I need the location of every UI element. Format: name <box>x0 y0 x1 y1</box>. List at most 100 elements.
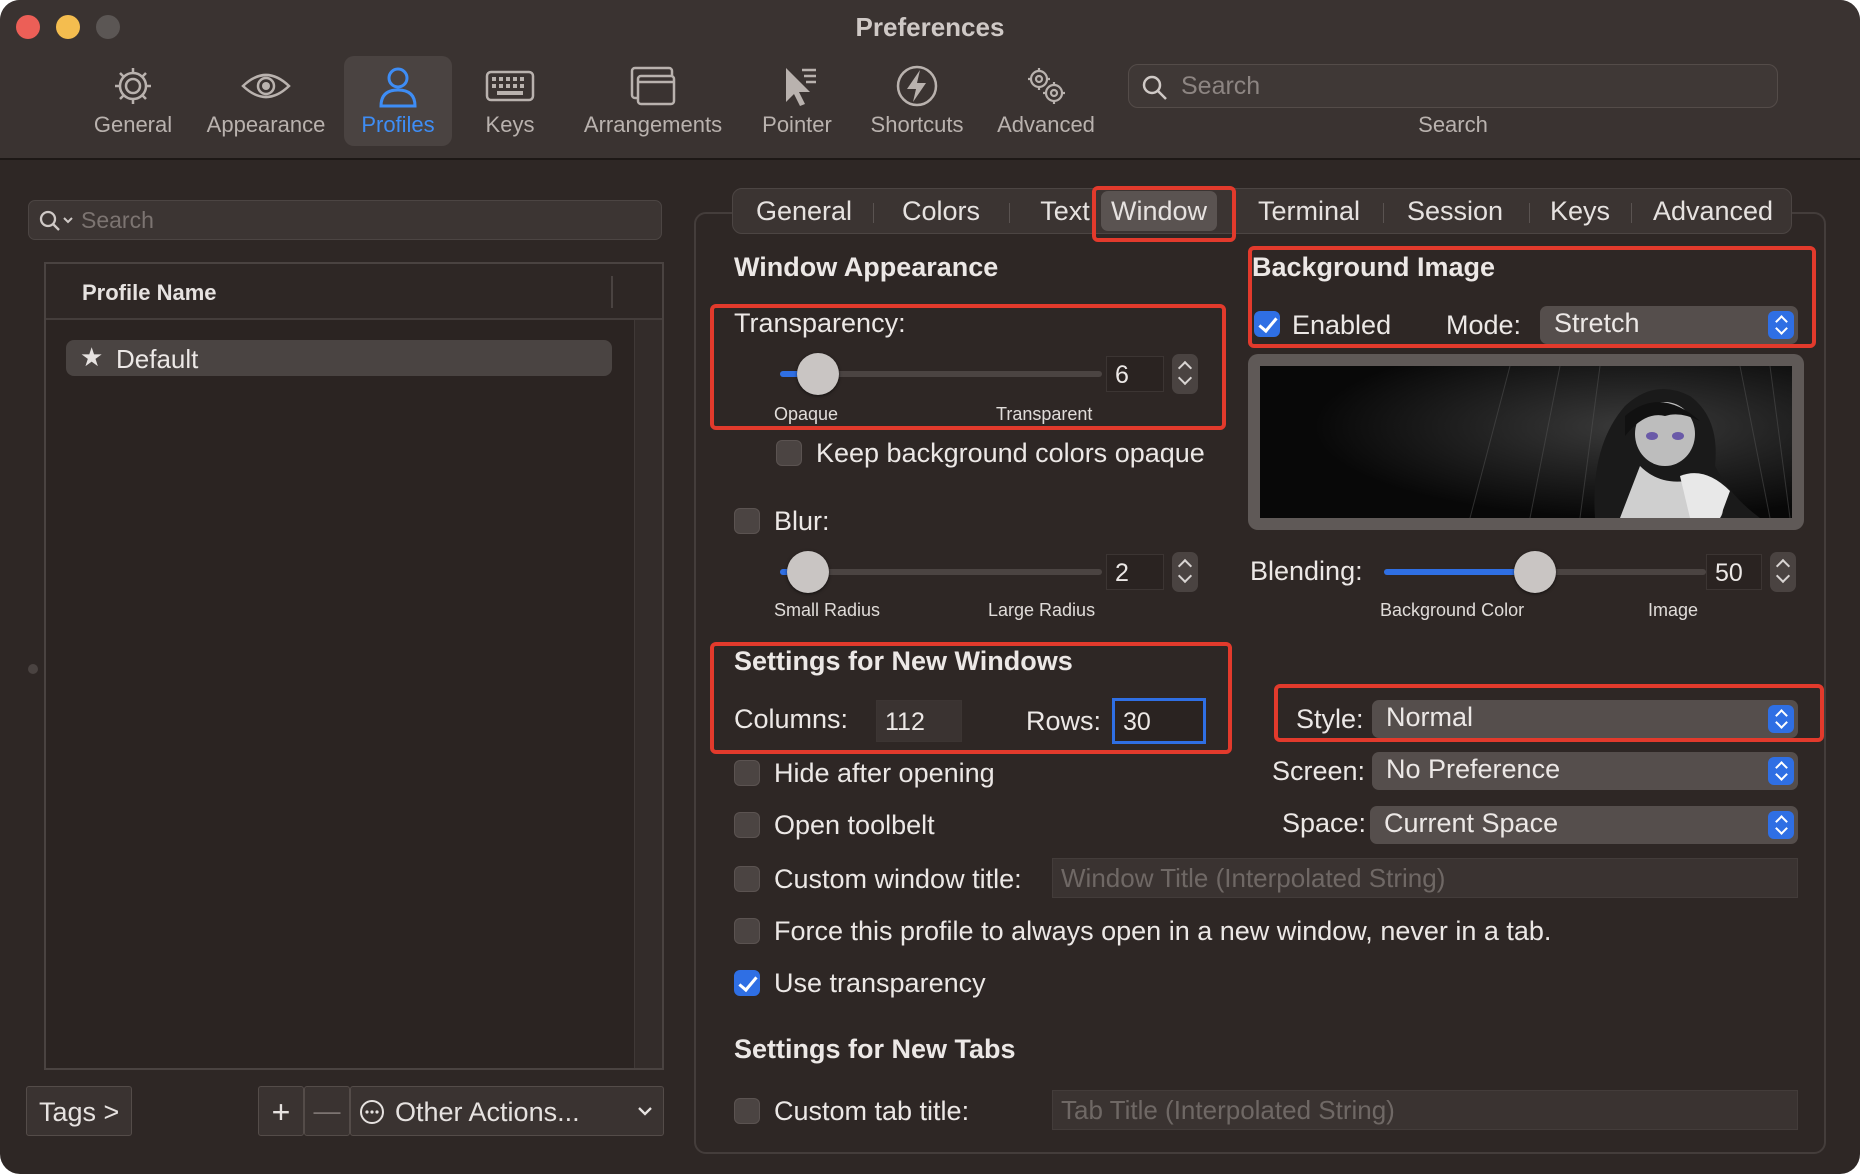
custom-window-title-checkbox[interactable] <box>734 866 760 892</box>
blending-slider-knob[interactable] <box>1514 551 1556 593</box>
columns-field[interactable]: 112 <box>876 700 962 742</box>
custom-tab-title-label: Custom tab title: <box>774 1096 970 1126</box>
custom-tab-title-checkbox[interactable] <box>734 1098 760 1124</box>
window-title-input[interactable] <box>1061 863 1789 894</box>
other-actions-button[interactable]: Other Actions... <box>350 1086 664 1136</box>
transparency-max-label: Transparent <box>996 404 1093 424</box>
space-popup[interactable]: Current Space <box>1370 806 1798 844</box>
tab-title-field[interactable] <box>1052 1090 1798 1130</box>
transparency-value-field[interactable]: 6 <box>1106 356 1164 392</box>
add-profile-button[interactable]: + <box>258 1086 304 1136</box>
person-icon <box>379 67 417 108</box>
blending-stepper[interactable] <box>1770 552 1796 592</box>
blur-slider-knob[interactable] <box>787 551 829 593</box>
toolbar-label: Advanced <box>997 112 1095 137</box>
screen-value: No Preference <box>1386 754 1561 784</box>
tab-session[interactable]: Session <box>1391 191 1519 231</box>
rows-field[interactable]: 30 <box>1112 698 1206 744</box>
window-title-field[interactable] <box>1052 858 1798 898</box>
profile-row-default[interactable]: ★ Default <box>66 340 612 376</box>
star-icon: ★ <box>80 342 104 372</box>
toolbar-search-label: Search <box>1418 112 1488 137</box>
blur-checkbox[interactable] <box>734 508 760 534</box>
blending-value-field[interactable]: 50 <box>1706 554 1762 590</box>
column-header-profile-name[interactable]: Profile Name <box>82 280 217 306</box>
toolbar-search-field[interactable] <box>1128 64 1778 108</box>
transparency-min-label: Opaque <box>774 404 839 424</box>
force-new-window-checkbox[interactable] <box>734 918 760 944</box>
bg-mode-label: Mode: <box>1446 310 1522 340</box>
blending-min-label: Background Color <box>1380 600 1525 620</box>
toolbar-label: Shortcuts <box>870 112 964 137</box>
use-transparency-checkbox[interactable] <box>734 970 760 996</box>
profile-search-input[interactable] <box>81 206 641 234</box>
tab-keys[interactable]: Keys <box>1537 191 1623 231</box>
screen-popup[interactable]: No Preference <box>1372 752 1798 790</box>
background-image-well[interactable] <box>1248 354 1804 530</box>
profile-list-scrollbar[interactable] <box>634 320 662 1068</box>
toolbar-appearance[interactable]: Appearance <box>200 56 332 146</box>
toolbar-profiles[interactable]: Profiles <box>344 56 452 146</box>
blur-value-field[interactable]: 2 <box>1106 554 1164 590</box>
toolbar-label: Profiles <box>361 112 435 137</box>
eye-icon <box>241 73 291 99</box>
remove-profile-button[interactable]: — <box>304 1086 350 1136</box>
pointer-icon <box>786 68 816 106</box>
keep-bg-opaque-checkbox[interactable] <box>776 440 802 466</box>
open-toolbelt-label: Open toolbelt <box>774 810 935 840</box>
screen-label: Screen: <box>1272 756 1366 786</box>
blending-max-label: Image <box>1648 600 1699 620</box>
profile-list: Profile Name ★ Default <box>44 262 664 1070</box>
profile-list-header[interactable]: Profile Name <box>46 264 662 320</box>
toolbar-advanced[interactable]: Advanced <box>990 56 1102 146</box>
toolbar-arrangements[interactable]: Arrangements <box>576 56 730 146</box>
popup-arrows-icon <box>1768 811 1794 839</box>
tags-button[interactable]: Tags > <box>26 1086 132 1136</box>
style-popup[interactable]: Normal <box>1372 700 1798 738</box>
transparency-stepper[interactable] <box>1172 354 1198 394</box>
tab-window[interactable]: Window <box>1101 191 1217 231</box>
toolbar-shortcuts[interactable]: Shortcuts <box>862 56 972 146</box>
toolbar-label: Appearance <box>206 112 326 137</box>
open-toolbelt-checkbox[interactable] <box>734 812 760 838</box>
popup-arrows-icon <box>1768 757 1794 785</box>
transparency-slider-knob[interactable] <box>797 353 839 395</box>
tab-colors[interactable]: Colors <box>881 191 1001 231</box>
toolbar-search-input[interactable] <box>1181 71 1761 101</box>
windows-icon <box>630 66 676 106</box>
blur-stepper[interactable] <box>1172 552 1198 592</box>
ellipsis-circle-icon <box>360 1100 384 1124</box>
toolbar-pointer[interactable]: Pointer <box>752 56 842 146</box>
toolbar: Preferences General Appearance Profiles … <box>0 0 1860 160</box>
blending-label: Blending: <box>1250 556 1363 586</box>
bg-mode-value: Stretch <box>1554 308 1640 338</box>
preferences-window: Preferences General Appearance Profiles … <box>0 0 1860 1174</box>
tab-terminal[interactable]: Terminal <box>1245 191 1373 231</box>
toolbar-keys[interactable]: Keys <box>470 56 550 146</box>
keyboard-icon <box>485 70 535 102</box>
splitter-handle[interactable] <box>28 664 38 674</box>
blur-label: Blur: <box>774 506 830 536</box>
bg-image-enabled-label: Enabled <box>1292 310 1392 340</box>
profile-search-field[interactable] <box>28 200 662 240</box>
blur-min-label: Small Radius <box>774 600 881 620</box>
tab-title-input[interactable] <box>1061 1095 1789 1126</box>
background-image-heading: Background Image <box>1252 252 1496 282</box>
toolbar-label: General <box>93 112 173 137</box>
hide-after-opening-checkbox[interactable] <box>734 760 760 786</box>
toolbar-label: Keys <box>485 112 535 137</box>
tab-advanced[interactable]: Advanced <box>1639 191 1787 231</box>
background-image-preview <box>1260 366 1792 518</box>
search-icon <box>1142 75 1167 100</box>
keep-bg-opaque-label: Keep background colors opaque <box>816 438 1205 468</box>
hide-after-opening-label: Hide after opening <box>774 758 995 788</box>
custom-window-title-label: Custom window title: <box>774 864 1022 894</box>
gears-icon <box>1028 68 1065 104</box>
other-actions-label: Other Actions... <box>395 1097 580 1127</box>
bg-mode-popup[interactable]: Stretch <box>1540 306 1798 344</box>
toolbar-general[interactable]: General <box>88 56 178 146</box>
tab-general[interactable]: General <box>743 191 865 231</box>
tab-text[interactable]: Text <box>1015 191 1115 231</box>
anime-girl-image <box>1260 366 1792 518</box>
bg-image-enabled-checkbox[interactable] <box>1254 311 1280 337</box>
